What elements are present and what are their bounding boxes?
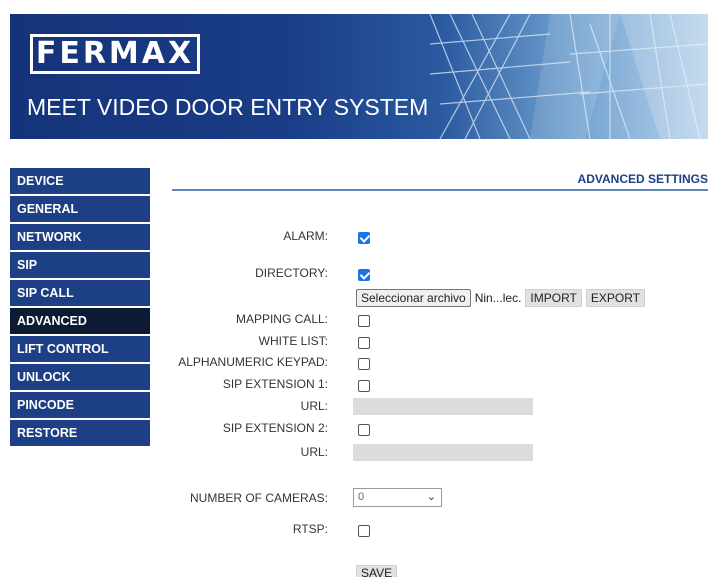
sidebar-item-restore[interactable]: RESTORE — [10, 420, 150, 446]
alphanumeric-keypad-label: ALPHANUMERIC KEYPAD: — [178, 355, 328, 369]
alarm-label: ALARM: — [283, 229, 328, 243]
sidebar-item-network[interactable]: NETWORK — [10, 224, 150, 250]
export-button[interactable]: EXPORT — [585, 289, 645, 307]
sidebar-item-device[interactable]: DEVICE — [10, 168, 150, 194]
mapping-call-checkbox[interactable] — [358, 315, 370, 327]
url-2-input[interactable] — [353, 444, 533, 461]
sidebar-item-sip[interactable]: SIP — [10, 252, 150, 278]
save-button[interactable]: SAVE — [356, 565, 398, 577]
page-title: ADVANCED SETTINGS — [577, 172, 708, 186]
sidebar-item-general[interactable]: GENERAL — [10, 196, 150, 222]
rtsp-label: RTSP: — [292, 522, 328, 536]
mapping-call-label: MAPPING CALL: — [235, 312, 328, 326]
rtsp-checkbox[interactable] — [358, 525, 370, 537]
sidebar-item-advanced[interactable]: ADVANCED — [10, 308, 150, 334]
url-2-label: URL: — [300, 445, 328, 459]
white-list-label: WHITE LIST: — [258, 334, 328, 348]
sidebar-item-pincode[interactable]: PINCODE — [10, 392, 150, 418]
number-of-cameras-value: 0 — [358, 491, 365, 503]
sidebar: DEVICE GENERAL NETWORK SIP SIP CALL ADVA… — [10, 168, 150, 448]
title-divider — [172, 189, 708, 191]
number-of-cameras-label: NUMBER OF CAMERAS: — [189, 491, 328, 505]
sip-extension-1-label: SIP EXTENSION 1: — [222, 377, 328, 391]
directory-label: DIRECTORY: — [255, 266, 328, 280]
white-list-checkbox[interactable] — [358, 337, 370, 349]
sip-extension-1-checkbox[interactable] — [358, 380, 370, 392]
sidebar-item-lift-control[interactable]: LIFT CONTROL — [10, 336, 150, 362]
banner-title: MEET VIDEO DOOR ENTRY SYSTEM — [27, 94, 429, 120]
directory-checkbox[interactable] — [358, 269, 370, 281]
directory-file-row: Seleccionar archivo Nin...lec. IMPORT EX… — [356, 289, 645, 307]
number-of-cameras-select[interactable]: 0 ⌄ — [353, 488, 442, 507]
alarm-checkbox[interactable] — [358, 232, 370, 244]
chosen-file-name: Nin...lec. — [474, 291, 522, 305]
url-1-input[interactable] — [353, 398, 533, 415]
fermax-logo: FERMAX — [30, 34, 200, 74]
sidebar-item-sip-call[interactable]: SIP CALL — [10, 280, 150, 306]
sip-extension-2-label: SIP EXTENSION 2: — [222, 421, 328, 435]
url-1-label: URL: — [300, 399, 328, 413]
choose-file-button[interactable]: Seleccionar archivo — [356, 289, 471, 307]
import-button[interactable]: IMPORT — [525, 289, 582, 307]
alphanumeric-keypad-checkbox[interactable] — [358, 358, 370, 370]
header-banner: FERMAX MEET VIDEO DOOR ENTRY SYSTEM — [10, 14, 708, 139]
chevron-down-icon: ⌄ — [426, 491, 436, 503]
sidebar-item-unlock[interactable]: UNLOCK — [10, 364, 150, 390]
sip-extension-2-checkbox[interactable] — [358, 424, 370, 436]
